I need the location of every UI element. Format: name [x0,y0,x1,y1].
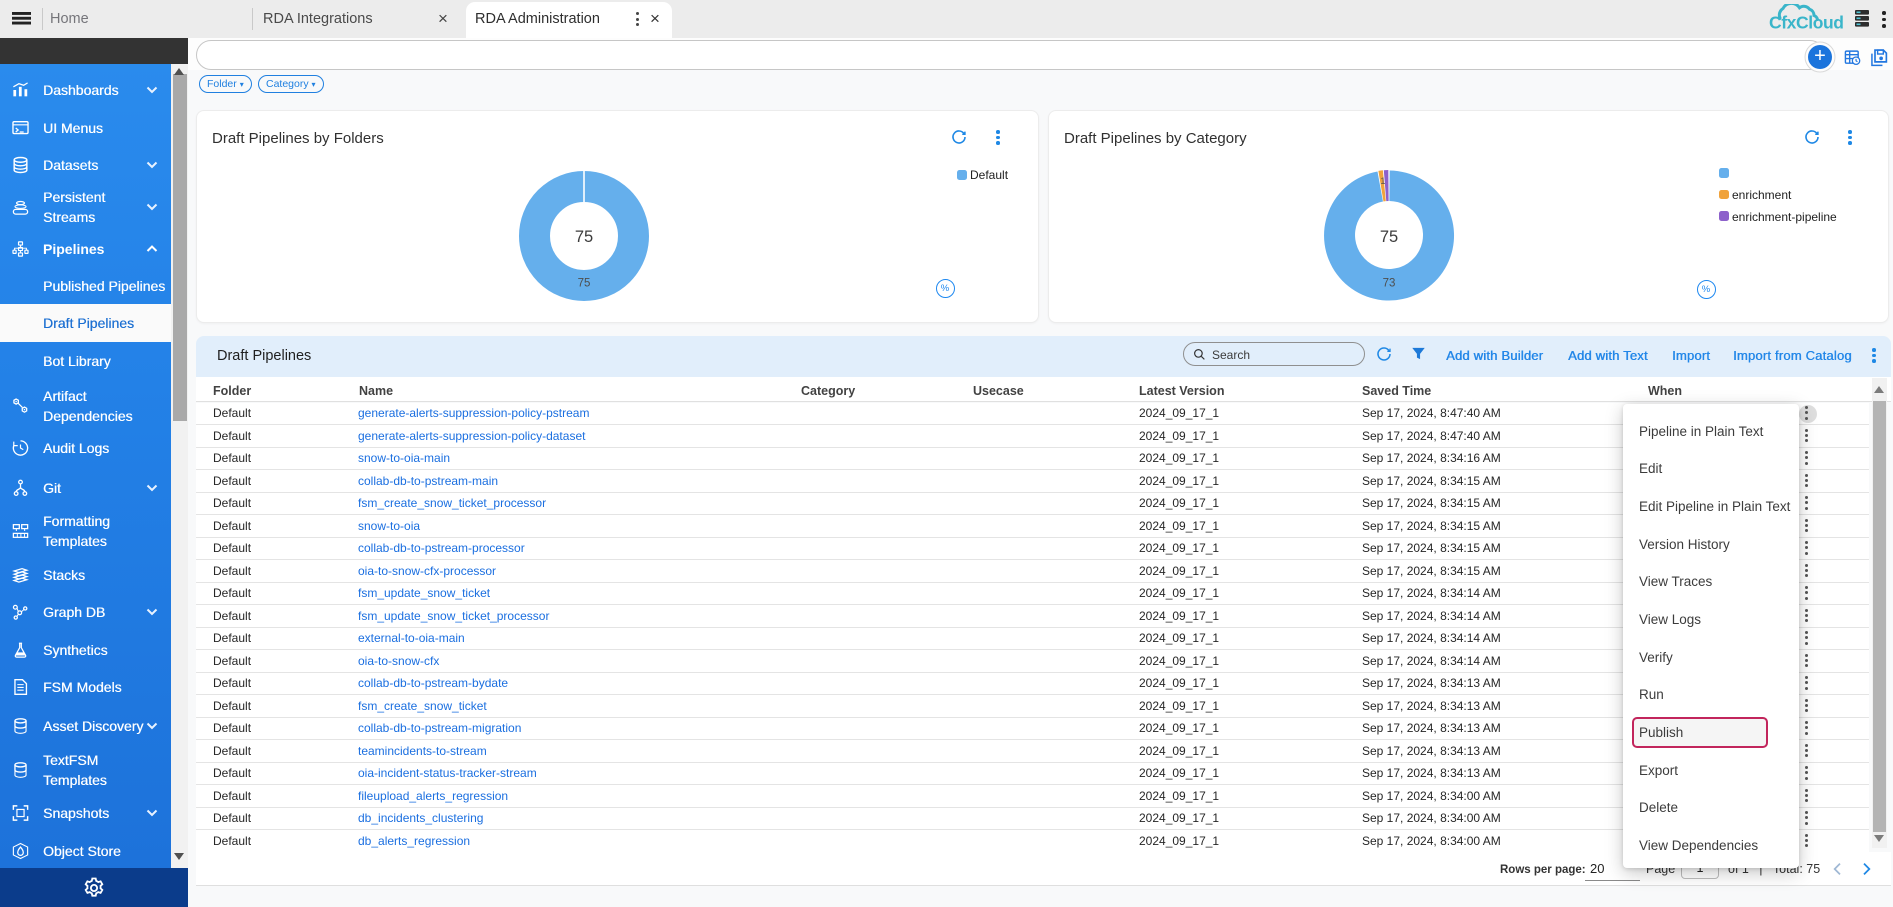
svg-text:1: 1 [1380,176,1385,186]
svg-text:73: 73 [1383,278,1396,290]
svg-text:CfxCloud: CfxCloud [1769,13,1844,33]
svg-text:75: 75 [1380,228,1398,246]
svg-text:75: 75 [578,278,591,290]
svg-text:75: 75 [575,228,593,246]
